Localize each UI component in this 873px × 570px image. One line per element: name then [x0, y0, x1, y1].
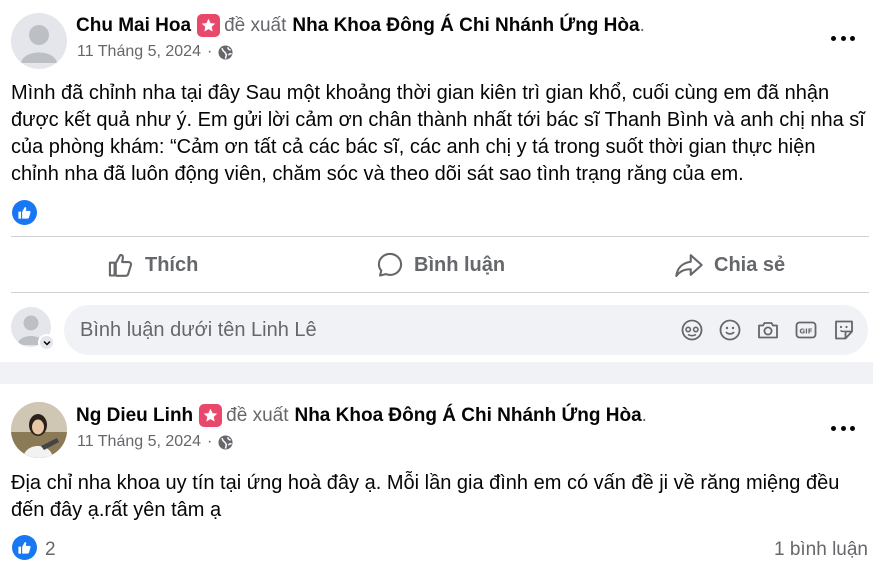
share-label: Chia sẻ	[714, 253, 786, 276]
post-text: Mình đã chỉnh nha tại đây Sau một khoảng…	[11, 82, 865, 185]
more-options-icon[interactable]	[831, 34, 855, 42]
header-period: .	[641, 404, 647, 426]
header-period: .	[639, 14, 645, 36]
meta-separator: ·	[206, 43, 213, 60]
camera-icon[interactable]	[756, 318, 780, 342]
share-arrow-icon	[675, 254, 703, 277]
comment-composer[interactable]: GIF	[64, 305, 868, 355]
post-date[interactable]: 11 Tháng 5, 2024	[77, 433, 201, 451]
recommends-verb: đề xuất	[224, 14, 287, 36]
author-avatar[interactable]	[11, 402, 67, 458]
thumbs-up-icon	[108, 253, 133, 277]
post-card: Chu Mai Hoa đề xuất Nha Khoa Đông Á Chi …	[0, 0, 873, 362]
comment-label: Bình luận	[414, 253, 506, 276]
post-meta: 11 Tháng 5, 2024 ·	[77, 433, 233, 451]
author-name[interactable]: Ng Dieu Linh	[76, 405, 193, 427]
svg-text:GIF: GIF	[799, 327, 812, 335]
recommends-verb: đề xuất	[226, 404, 289, 426]
author-avatar[interactable]	[11, 13, 67, 69]
gif-icon[interactable]: GIF	[794, 318, 818, 342]
reaction-count[interactable]: 2	[45, 539, 56, 561]
comment-count-link[interactable]: 1 bình luận	[774, 539, 868, 561]
globe-icon	[218, 44, 233, 60]
globe-icon	[218, 434, 233, 450]
post-meta: 11 Tháng 5, 2024 ·	[77, 43, 233, 61]
post-card: Ng Dieu Linh đề xuất Nha Khoa Đông Á Chi…	[0, 384, 873, 570]
post-header: Ng Dieu Linh đề xuất Nha Khoa Đông Á Chi…	[76, 404, 647, 427]
divider	[11, 292, 869, 293]
post-date[interactable]: 11 Tháng 5, 2024	[77, 43, 201, 61]
comment-input[interactable]	[80, 305, 660, 355]
like-badge-icon[interactable]	[12, 535, 37, 560]
share-button[interactable]: Chia sẻ	[674, 248, 785, 282]
recommend-star-icon	[197, 14, 221, 37]
avatar-sticker-icon[interactable]	[680, 318, 704, 342]
commenter-avatar[interactable]	[11, 307, 55, 351]
post-text: Địa chỉ nha khoa uy tín tại ứng hoà đây …	[11, 472, 840, 521]
divider	[11, 236, 869, 237]
recommend-star-icon	[199, 404, 223, 427]
post-header: Chu Mai Hoa đề xuất Nha Khoa Đông Á Chi …	[76, 14, 645, 37]
meta-separator: ·	[206, 433, 213, 450]
emoji-icon[interactable]	[718, 318, 742, 342]
like-badge-icon[interactable]	[12, 200, 37, 225]
sticker-icon[interactable]	[832, 318, 856, 342]
chevron-down-icon[interactable]	[38, 334, 55, 351]
composer-icons: GIF	[680, 318, 856, 342]
like-label: Thích	[145, 253, 199, 276]
page-name-link[interactable]: Nha Khoa Đông Á Chi Nhánh Ứng Hòa	[292, 15, 639, 37]
author-name[interactable]: Chu Mai Hoa	[76, 15, 191, 37]
page-name-link[interactable]: Nha Khoa Đông Á Chi Nhánh Ứng Hòa	[294, 405, 641, 427]
like-button[interactable]: Thích	[107, 248, 198, 282]
more-options-icon[interactable]	[831, 424, 855, 432]
comment-bubble-icon	[377, 252, 403, 277]
comment-button[interactable]: Bình luận	[376, 248, 505, 282]
